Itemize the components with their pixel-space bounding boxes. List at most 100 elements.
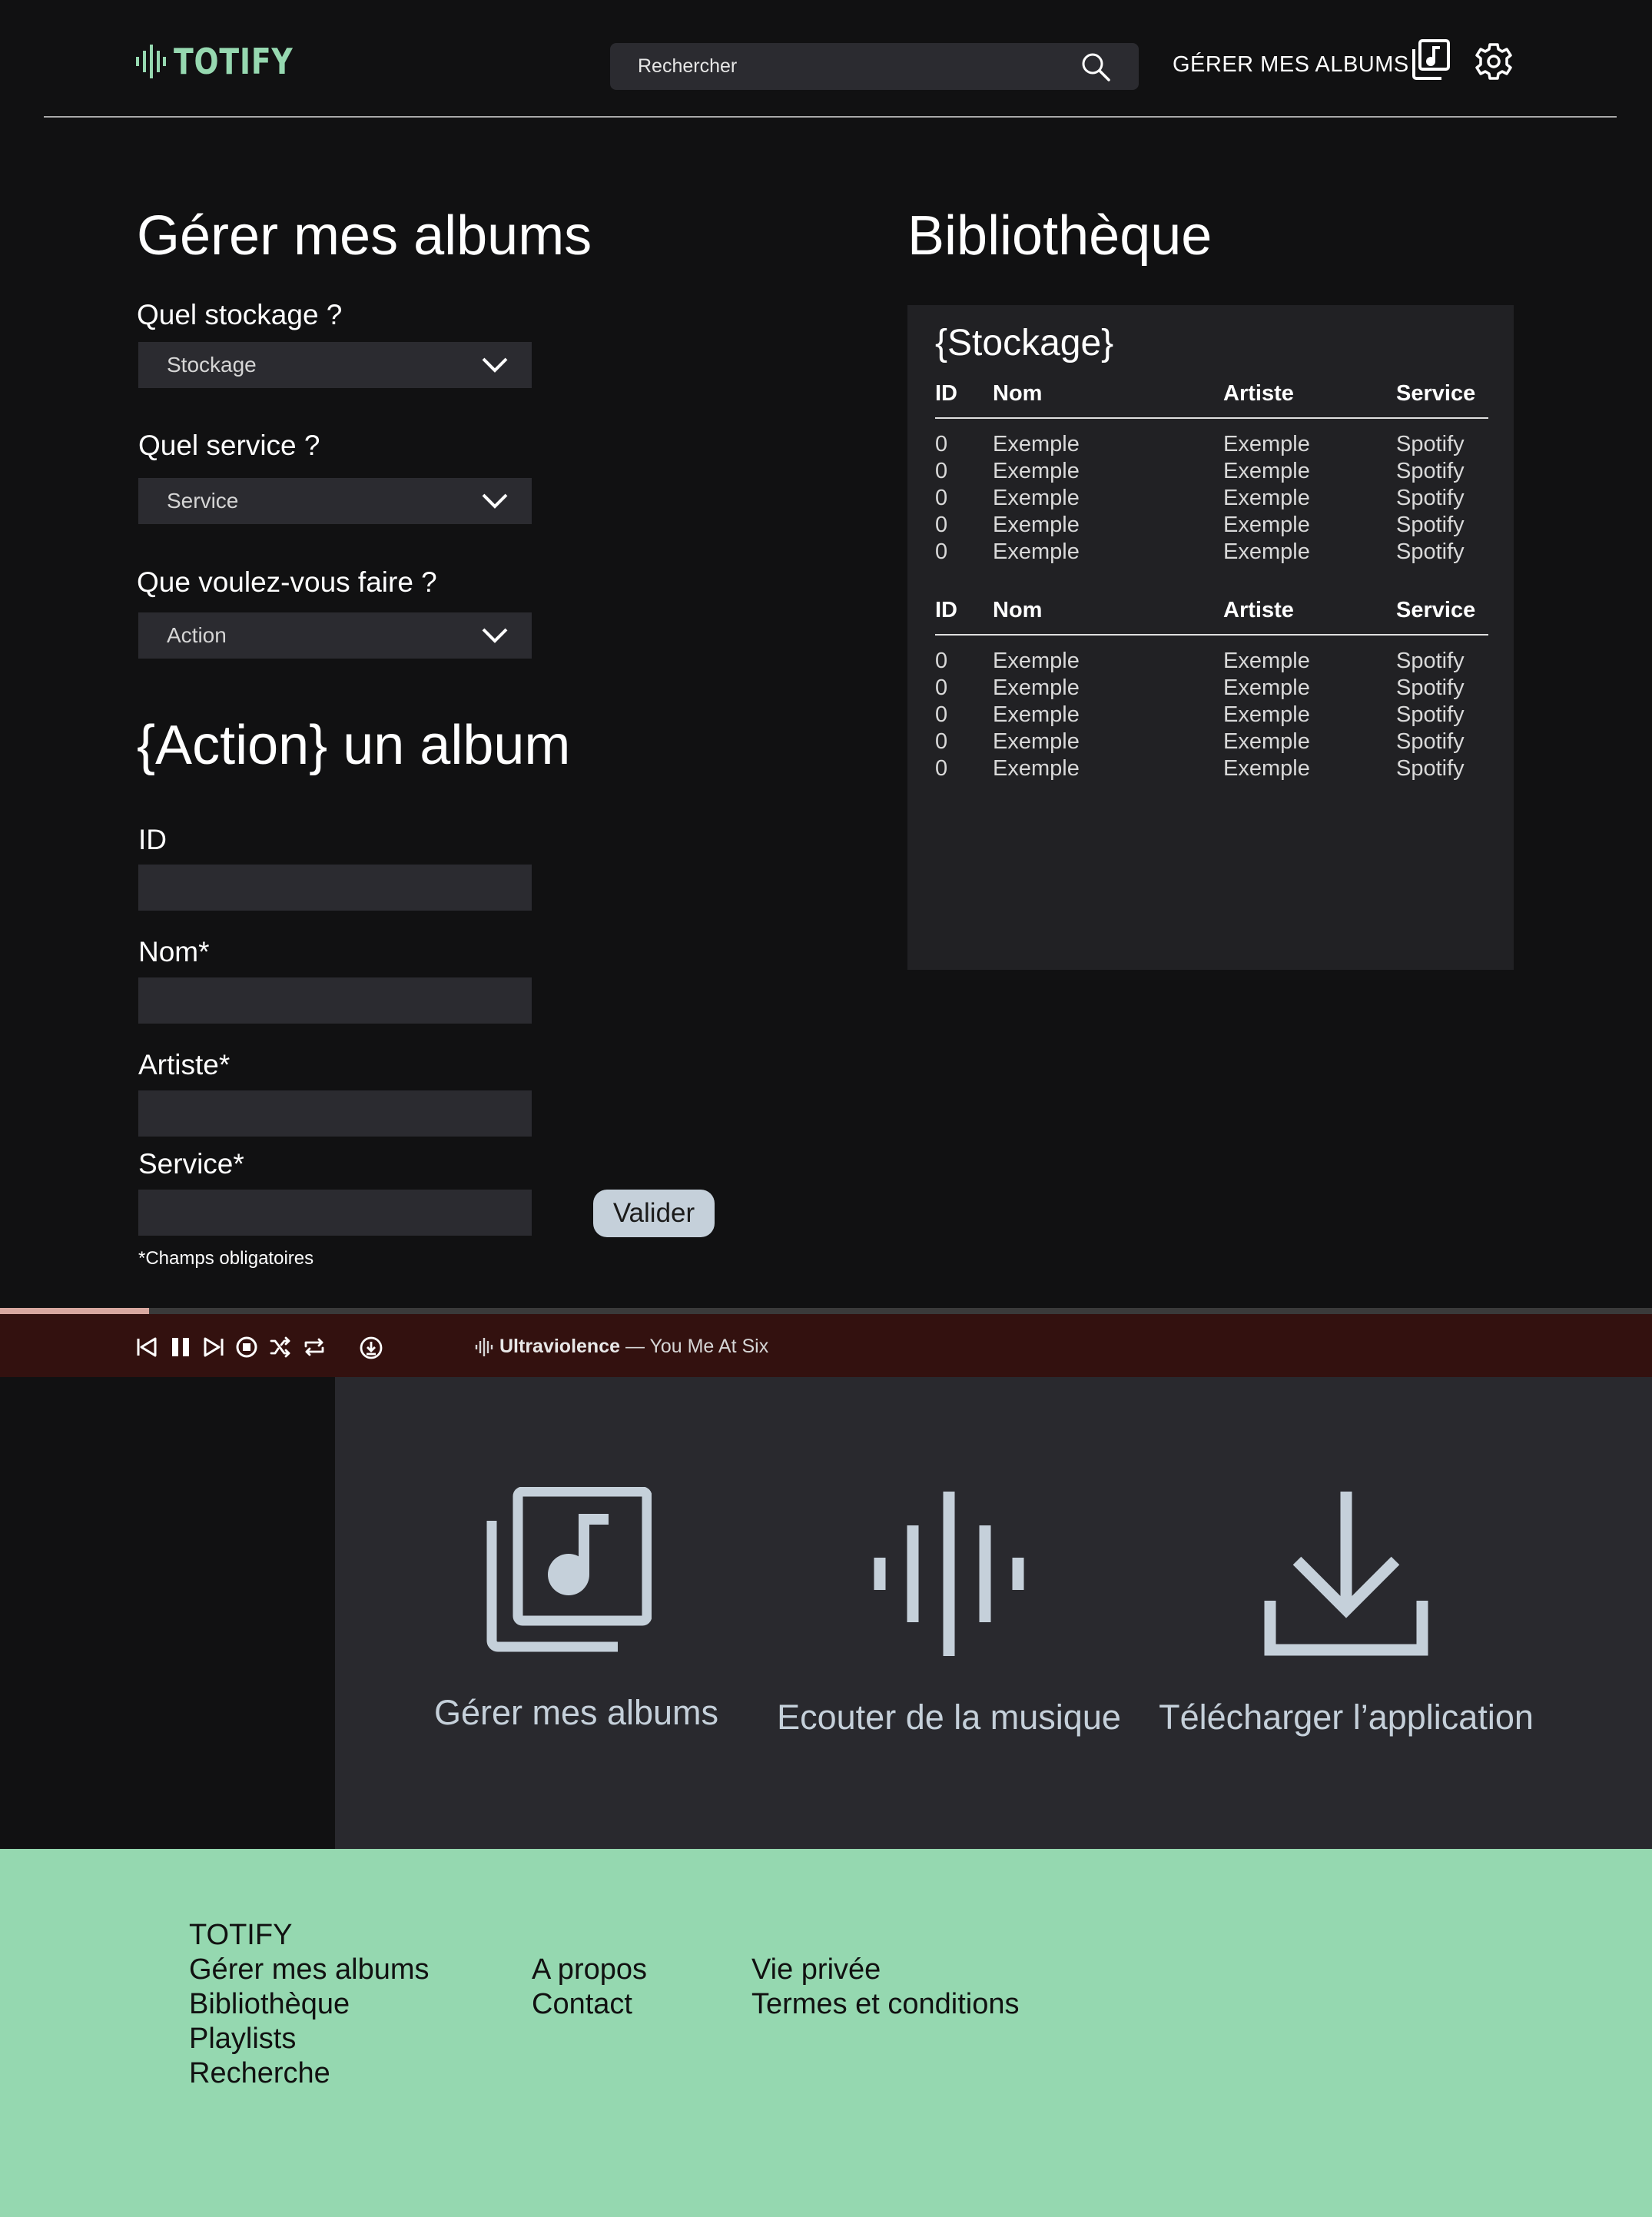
footer-link-privacy[interactable]: Vie privée bbox=[751, 1953, 1020, 1987]
cell-id: 0 bbox=[935, 729, 948, 754]
footer-link-about[interactable]: A propos bbox=[532, 1953, 647, 1987]
download-icon bbox=[1264, 1492, 1428, 1656]
library-title: Bibliothèque bbox=[907, 205, 1212, 267]
library-panel-title: {Stockage} bbox=[935, 323, 1114, 363]
gear-icon[interactable] bbox=[1474, 41, 1514, 81]
cell-artist: Exemple bbox=[1223, 539, 1310, 564]
artist-field[interactable] bbox=[138, 1090, 532, 1137]
footer-col-site: TOTIFY Gérer mes albums Bibliothèque Pla… bbox=[189, 1918, 430, 2091]
cell-artist: Exemple bbox=[1223, 729, 1310, 754]
logo-text: TOTIFY bbox=[174, 41, 294, 82]
repeat-icon[interactable] bbox=[303, 1336, 326, 1359]
playback-progress-bar[interactable] bbox=[0, 1308, 1652, 1314]
storage-select[interactable]: Stockage bbox=[138, 342, 532, 388]
feature-listen[interactable]: Ecouter de la musique bbox=[772, 1492, 1126, 1737]
album-form-title: {Action} un album bbox=[137, 715, 571, 776]
table-row[interactable]: 0 Exemple Exemple Spotify bbox=[935, 728, 1488, 755]
col-header-service[interactable]: Service bbox=[1396, 381, 1488, 419]
cell-id: 0 bbox=[935, 459, 948, 483]
footer-link-contact[interactable]: Contact bbox=[532, 1987, 647, 2022]
download-icon[interactable] bbox=[359, 1336, 383, 1360]
table-row[interactable]: 0 Exemple Exemple Spotify bbox=[935, 675, 1488, 702]
search-bar[interactable]: Rechercher bbox=[610, 43, 1139, 90]
cell-id: 0 bbox=[935, 539, 948, 564]
footer-link-playlists[interactable]: Playlists bbox=[189, 2022, 430, 2056]
table-row[interactable]: 0 Exemple Exemple Spotify bbox=[935, 702, 1488, 728]
table-row[interactable]: 0 Exemple Exemple Spotify bbox=[935, 485, 1488, 512]
cell-name: Exemple bbox=[993, 432, 1080, 456]
chevron-down-icon bbox=[482, 628, 508, 643]
soundwave-icon bbox=[475, 1337, 493, 1356]
feature-download[interactable]: Télécharger l’application bbox=[1146, 1492, 1546, 1737]
action-select[interactable]: Action bbox=[138, 612, 532, 659]
table-row[interactable]: 0 Exemple Exemple Spotify bbox=[935, 539, 1488, 566]
cell-service: Spotify bbox=[1396, 675, 1465, 700]
table-row[interactable]: 0 Exemple Exemple Spotify bbox=[935, 755, 1488, 782]
cell-service: Spotify bbox=[1396, 756, 1465, 781]
stop-icon[interactable] bbox=[235, 1336, 258, 1359]
cell-id: 0 bbox=[935, 649, 948, 673]
table-row[interactable]: 0 Exemple Exemple Spotify bbox=[935, 635, 1488, 675]
action-select-value: Action bbox=[167, 623, 227, 647]
footer-link-library[interactable]: Bibliothèque bbox=[189, 1987, 430, 2022]
search-input[interactable]: Rechercher bbox=[638, 55, 737, 78]
col-header-artist[interactable]: Artiste bbox=[1223, 381, 1396, 419]
now-playing[interactable]: Ultraviolence — You Me At Six bbox=[475, 1336, 768, 1358]
chevron-down-icon bbox=[482, 493, 508, 509]
footer-brand[interactable]: TOTIFY bbox=[189, 1918, 430, 1953]
pause-icon[interactable] bbox=[169, 1336, 192, 1359]
chevron-down-icon bbox=[482, 357, 508, 373]
album-library-icon[interactable] bbox=[1411, 38, 1451, 81]
cell-id: 0 bbox=[935, 513, 948, 537]
col-header-name[interactable]: Nom bbox=[993, 381, 1223, 419]
name-field[interactable] bbox=[138, 977, 532, 1024]
col-header-id[interactable]: ID bbox=[935, 381, 993, 419]
header-divider bbox=[44, 116, 1617, 118]
shuffle-icon[interactable] bbox=[269, 1336, 292, 1359]
cell-service: Spotify bbox=[1396, 513, 1465, 537]
cell-artist: Exemple bbox=[1223, 486, 1310, 510]
submit-button[interactable]: Valider bbox=[593, 1190, 715, 1237]
cell-service: Spotify bbox=[1396, 702, 1465, 727]
footer-col-about: A propos Contact bbox=[532, 1953, 647, 2022]
service-label: Quel service ? bbox=[138, 430, 320, 461]
table-row[interactable]: 0 Exemple Exemple Spotify bbox=[935, 458, 1488, 485]
col-header-artist[interactable]: Artiste bbox=[1223, 598, 1396, 636]
manage-title: Gérer mes albums bbox=[137, 205, 592, 267]
feature-band-left bbox=[0, 1377, 335, 1849]
next-icon[interactable] bbox=[202, 1336, 225, 1359]
nav-manage-albums[interactable]: GÉRER MES ALBUMS bbox=[1173, 52, 1409, 78]
id-field[interactable] bbox=[138, 865, 532, 911]
feature-albums-label: Gérer mes albums bbox=[433, 1693, 719, 1732]
previous-icon[interactable] bbox=[135, 1336, 158, 1359]
col-header-service[interactable]: Service bbox=[1396, 598, 1488, 636]
col-header-id[interactable]: ID bbox=[935, 598, 993, 636]
track-artist: You Me At Six bbox=[649, 1336, 769, 1357]
feature-albums[interactable]: Gérer mes albums bbox=[400, 1487, 753, 1733]
search-icon[interactable] bbox=[1080, 51, 1111, 82]
cell-artist: Exemple bbox=[1223, 702, 1310, 727]
cell-service: Spotify bbox=[1396, 539, 1465, 564]
service-select[interactable]: Service bbox=[138, 478, 532, 524]
cell-service: Spotify bbox=[1396, 432, 1465, 456]
logo[interactable]: TOTIFY bbox=[135, 38, 320, 85]
table-row[interactable]: 0 Exemple Exemple Spotify bbox=[935, 512, 1488, 539]
footer-link-manage-albums[interactable]: Gérer mes albums bbox=[189, 1953, 430, 1987]
service-field[interactable] bbox=[138, 1190, 532, 1236]
storage-label: Quel stockage ? bbox=[137, 299, 343, 330]
footer-link-terms[interactable]: Termes et conditions bbox=[751, 1987, 1020, 2022]
table-row[interactable]: 0 Exemple Exemple Spotify bbox=[935, 418, 1488, 458]
cell-id: 0 bbox=[935, 486, 948, 510]
cell-service: Spotify bbox=[1396, 729, 1465, 754]
soundwave-logo-icon bbox=[136, 45, 166, 78]
cell-name: Exemple bbox=[993, 675, 1080, 700]
cell-name: Exemple bbox=[993, 729, 1080, 754]
cell-id: 0 bbox=[935, 756, 948, 781]
col-header-name[interactable]: Nom bbox=[993, 598, 1223, 636]
cell-name: Exemple bbox=[993, 539, 1080, 564]
playback-progress-fill bbox=[0, 1308, 149, 1314]
cell-service: Spotify bbox=[1396, 649, 1465, 673]
action-label: Que voulez-vous faire ? bbox=[137, 566, 437, 598]
footer-link-search[interactable]: Recherche bbox=[189, 2056, 430, 2091]
cell-name: Exemple bbox=[993, 513, 1080, 537]
